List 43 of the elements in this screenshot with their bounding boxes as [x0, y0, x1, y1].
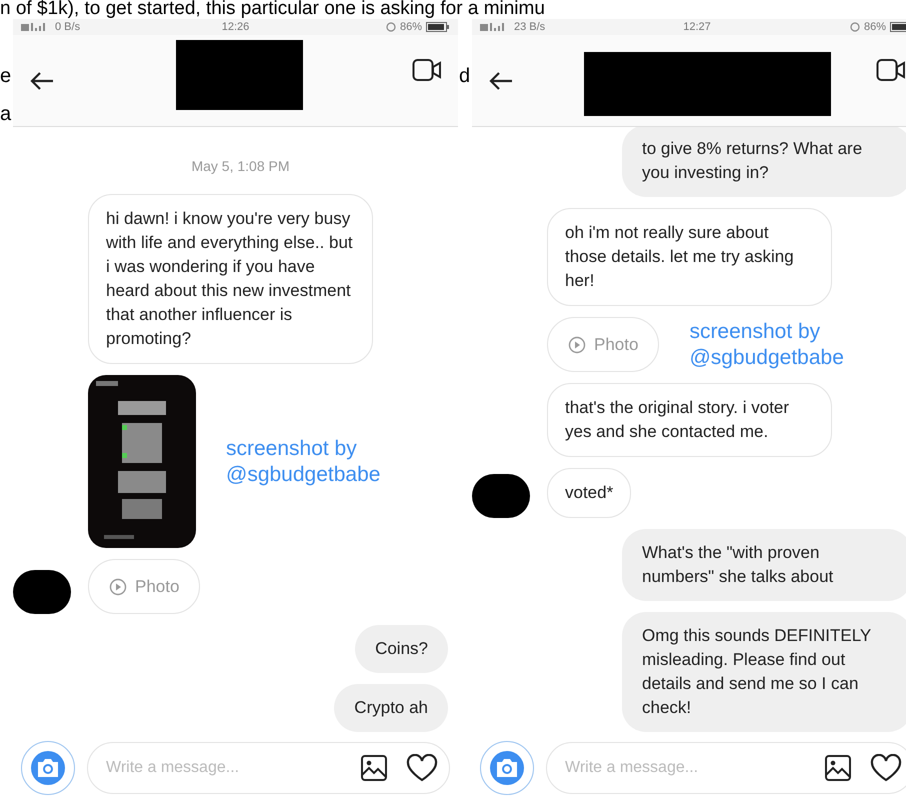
message-bubble: Coins?: [355, 625, 448, 673]
background-text: e: [0, 66, 12, 86]
message-bubble: What's the "with proven numbers" she talks about: [622, 529, 906, 601]
play-icon: [568, 336, 586, 354]
date-label: May 5, 1:08 PM: [191, 157, 290, 176]
photo-attachment[interactable]: Photo: [88, 559, 200, 614]
background-text: n of $1k), to get started, this particular one is asking for a minimu: [0, 0, 545, 18]
heart-icon[interactable]: [406, 754, 438, 782]
camera-button[interactable]: [480, 741, 534, 795]
message-bubble: that's the original story. i voter yes and she contacted me.: [547, 383, 832, 457]
message-bubble: Omg this sounds DEFINITELY misleading. Please find out details and send me so I can check!: [622, 612, 906, 732]
message-input[interactable]: Write a message...: [546, 742, 906, 794]
message-bubble: voted*: [547, 468, 632, 518]
battery-percent: 86%: [400, 20, 422, 35]
network-speed: 0 B/s: [55, 20, 80, 35]
message-bubble: Crypto ah: [334, 684, 448, 732]
caption-text: @sgbudgetbabe: [689, 344, 844, 370]
caption-text: screenshot by: [226, 436, 358, 462]
message-bubble: to give 8% returns? What are you investing in?: [622, 127, 906, 197]
message-input[interactable]: Write a message...: [87, 742, 450, 794]
background-text: a: [0, 104, 12, 124]
video-camera-icon[interactable]: [412, 58, 442, 82]
heart-icon[interactable]: [870, 754, 902, 782]
back-arrow-icon[interactable]: [488, 70, 514, 90]
battery-icon: [426, 22, 450, 32]
back-arrow-icon[interactable]: [29, 70, 55, 90]
video-camera-icon[interactable]: [876, 58, 906, 82]
background-text: d: [459, 66, 470, 86]
caption-text: screenshot by: [689, 318, 822, 344]
play-icon: [109, 578, 127, 596]
camera-icon: [494, 757, 520, 779]
image-icon[interactable]: [360, 754, 388, 782]
clock-time: 12:26: [220, 20, 250, 35]
message-bubble: oh i'm not really sure about those details. let me try asking her!: [547, 208, 832, 306]
battery-percent: 86%: [864, 20, 886, 35]
clock-time: 12:27: [682, 20, 712, 35]
camera-button[interactable]: [21, 741, 75, 795]
caption-text: @sgbudgetbabe: [226, 462, 380, 488]
message-bubble: hi dawn! i know you're very busy with life and everything else.. but i was wondering if you have heard about this new investment that another influencer is promoting?: [88, 194, 373, 364]
image-icon[interactable]: [824, 754, 852, 782]
camera-icon: [35, 757, 61, 779]
network-speed: 23 B/s: [514, 20, 546, 35]
photo-attachment[interactable]: Photo: [547, 317, 660, 372]
